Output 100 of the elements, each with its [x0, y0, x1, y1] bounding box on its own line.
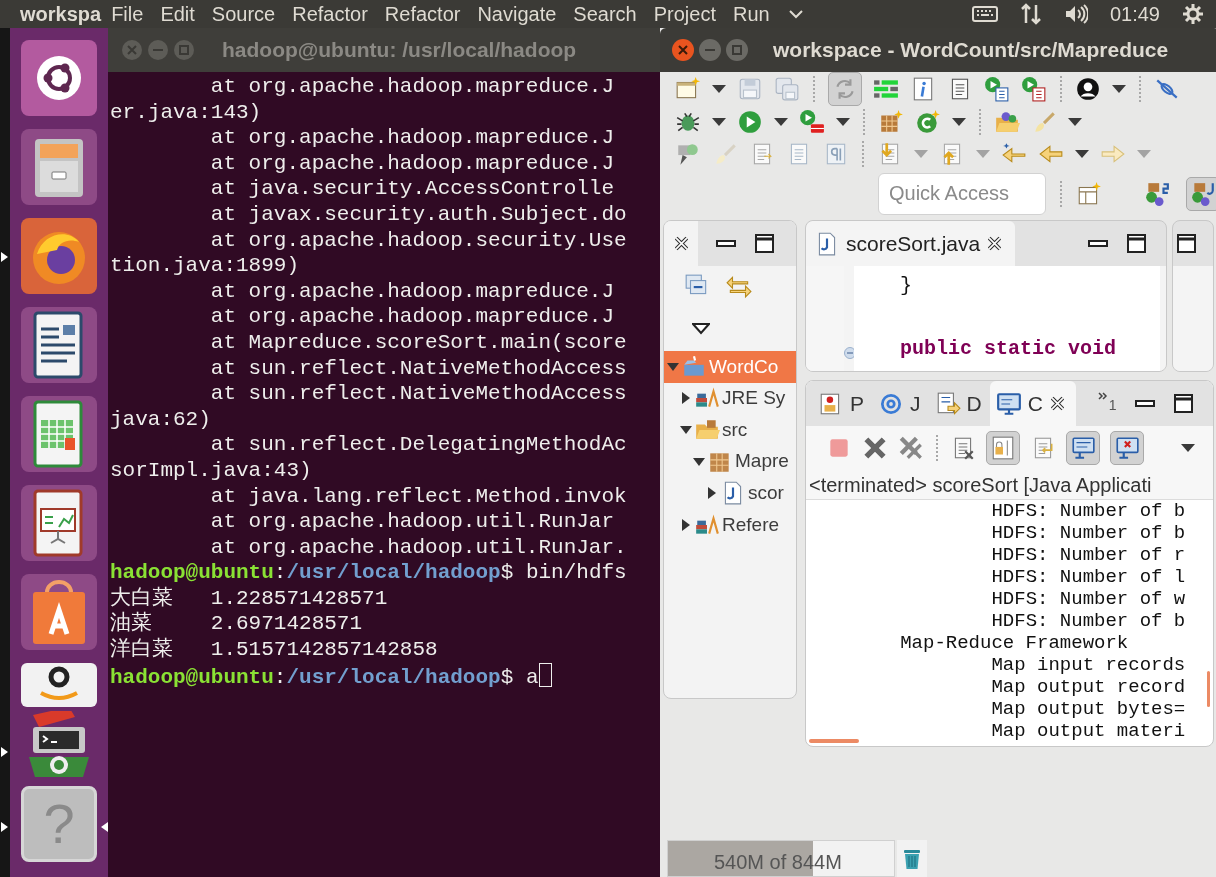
- menu-item[interactable]: Project: [653, 0, 716, 29]
- tree-item[interactable]: Mapre: [690, 445, 796, 478]
- remove-all-icon[interactable]: [898, 435, 924, 461]
- view-tab[interactable]: C: [989, 381, 1076, 426]
- console-description: <terminated> scoreSort [Java Applicati: [809, 472, 1152, 498]
- minimize-icon[interactable]: [1135, 399, 1155, 408]
- minimize-icon[interactable]: [716, 239, 736, 248]
- code-line: }: [900, 274, 912, 297]
- java-perspective-button[interactable]: [1186, 176, 1216, 211]
- file-cabinet-icon[interactable]: [19, 127, 99, 207]
- tree-item[interactable]: Refere: [677, 509, 796, 541]
- editor-tab[interactable]: scoreSort.java: [806, 221, 1016, 266]
- run-tool-icon[interactable]: [799, 109, 825, 136]
- chevron-down-icon[interactable]: [787, 7, 804, 21]
- clock[interactable]: 01:49: [1109, 0, 1160, 29]
- prompt-path: /usr/local/hadoop: [286, 665, 501, 689]
- terminal-line: at org.apache.hadoop.util.RunJar.: [210, 535, 627, 559]
- caret-icon[interactable]: [1075, 150, 1089, 159]
- menu-item[interactable]: Search: [573, 0, 637, 29]
- caret-icon[interactable]: [774, 118, 788, 127]
- terminal-line: sorImpl.java:43): [110, 458, 312, 482]
- keyboard-icon[interactable]: [971, 3, 998, 25]
- terminal-line: at org.apache.hadoop.mapreduce.J: [210, 305, 615, 329]
- tree-item[interactable]: src: [677, 414, 796, 446]
- scroll-lock-button[interactable]: [986, 431, 1020, 465]
- scroll-lock-icon: [990, 435, 1016, 461]
- terminal-line: at java.lang.reflect.Method.invok: [210, 484, 627, 508]
- caret-icon[interactable]: [712, 118, 726, 127]
- menu-item[interactable]: Navigate: [477, 0, 557, 29]
- java-ee-perspective-icon: [1144, 180, 1170, 207]
- view-menu-icon[interactable]: [692, 322, 710, 335]
- close-icon[interactable]: [1048, 395, 1066, 412]
- dash-home-icon[interactable]: [19, 38, 99, 118]
- caret-icon[interactable]: [836, 118, 850, 127]
- caret-icon[interactable]: [712, 85, 726, 93]
- monitor-icon: [995, 390, 1022, 417]
- new-class-icon[interactable]: [915, 109, 941, 136]
- tree-item[interactable]: scor: [703, 477, 796, 509]
- minimize-icon[interactable]: [1088, 239, 1108, 248]
- menu-item[interactable]: Run: [733, 0, 770, 29]
- terminal-line: er.java:143): [110, 100, 262, 124]
- console-line: Map-Reduce Framework: [900, 632, 1129, 654]
- fold-icon[interactable]: [844, 347, 856, 359]
- run-icon[interactable]: [737, 109, 763, 136]
- show-on-output-button[interactable]: [1066, 431, 1100, 465]
- caret-icon[interactable]: [1181, 444, 1195, 452]
- heap-status-text: 540M of 844M: [714, 850, 842, 875]
- console-line: HDFS: Number of b: [991, 522, 1186, 544]
- terminal-line: at org.apache.hadoop.mapreduce.J: [210, 75, 615, 98]
- chevron-right-icon[interactable]: [1097, 391, 1108, 401]
- console-line: HDFS: Number of l: [991, 566, 1186, 588]
- expand-arrow-icon[interactable]: [680, 424, 692, 436]
- hidden-views-count[interactable]: 1: [1108, 395, 1117, 416]
- show-on-error-button[interactable]: [1110, 431, 1144, 465]
- run-server-icon[interactable]: [1021, 76, 1047, 102]
- remove-launch-icon[interactable]: [862, 435, 888, 461]
- user-icon[interactable]: [1075, 76, 1101, 102]
- close-icon[interactable]: [672, 235, 690, 252]
- volume-icon[interactable]: [1063, 3, 1088, 25]
- view-tab[interactable]: P: [812, 381, 872, 426]
- terminal-line: at sun.reflect.NativeMethodAccess: [210, 382, 627, 406]
- console-line: Map input records: [991, 654, 1186, 676]
- menu-item[interactable]: Edit: [160, 0, 195, 29]
- terminal-line: at org.apache.hadoop.mapreduce.J: [210, 279, 615, 303]
- text-document-icon[interactable]: [19, 305, 99, 385]
- command-text: $ a: [500, 665, 539, 689]
- menu-item[interactable]: Refactor: [292, 0, 368, 29]
- spreadsheet-icon[interactable]: [19, 394, 99, 474]
- maximize-icon[interactable]: [1177, 234, 1196, 253]
- expand-arrow-icon[interactable]: [693, 455, 705, 468]
- scrollbar-thumb[interactable]: [1207, 671, 1210, 707]
- terminal-line: at sun.reflect.DelegatingMethodAc: [210, 433, 627, 457]
- expand-arrow-icon[interactable]: [680, 392, 692, 405]
- link-with-editor-icon[interactable]: [726, 273, 752, 299]
- menu-item[interactable]: Refactor: [384, 0, 461, 29]
- run-script-icon[interactable]: [984, 76, 1010, 102]
- maximize-icon[interactable]: [1127, 234, 1146, 253]
- maximize-icon[interactable]: [755, 234, 774, 253]
- menu-item[interactable]: Source: [211, 0, 276, 29]
- tree-item[interactable]: JRE Sy: [677, 382, 796, 415]
- open-perspective-icon[interactable]: [1076, 180, 1102, 207]
- expand-arrow-icon[interactable]: [680, 518, 692, 531]
- presentation-icon[interactable]: [19, 483, 99, 563]
- settings-icon[interactable]: [1182, 3, 1204, 25]
- caret-icon[interactable]: [1068, 118, 1082, 127]
- terminal-line: at org.apache.hadoop.security.Use: [210, 228, 627, 252]
- scrollbar-thumb[interactable]: [809, 739, 859, 743]
- view-tab[interactable]: J: [872, 381, 929, 426]
- browser-globe-icon[interactable]: [19, 216, 99, 296]
- menu-item[interactable]: File: [111, 0, 144, 29]
- maximize-icon[interactable]: [1174, 394, 1193, 413]
- close-icon[interactable]: [986, 235, 1004, 252]
- app-name: workspa: [20, 2, 102, 27]
- quick-access-field[interactable]: Quick Access: [878, 172, 1046, 215]
- caret-icon[interactable]: [952, 118, 966, 127]
- expand-arrow-icon[interactable]: [706, 487, 718, 500]
- network-icon[interactable]: [1019, 3, 1042, 25]
- caret-icon[interactable]: [1112, 85, 1126, 93]
- shopping-bag-icon[interactable]: [19, 572, 99, 652]
- view-tab[interactable]: D: [928, 381, 990, 426]
